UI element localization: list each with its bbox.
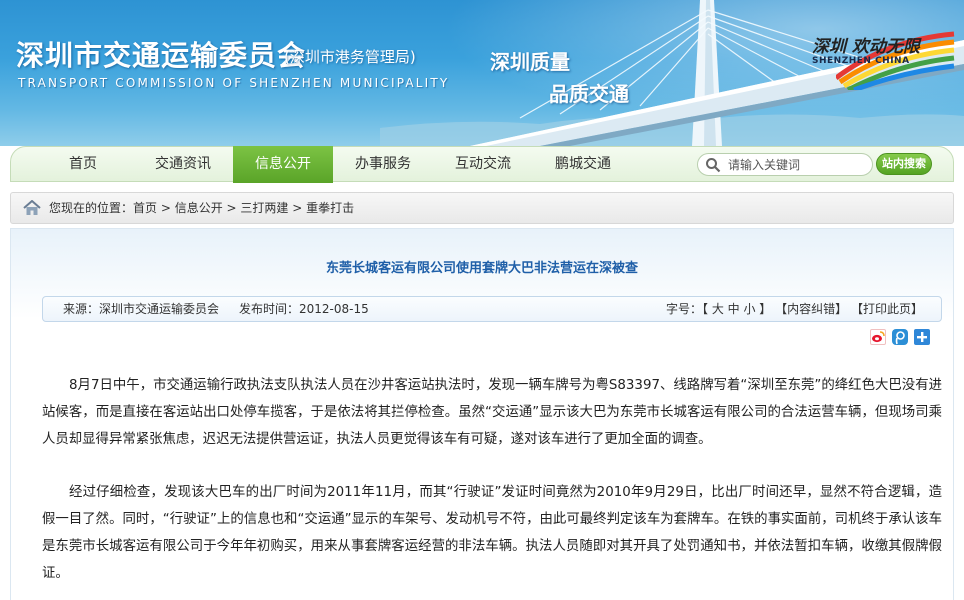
breadcrumb-separator: >	[222, 201, 241, 215]
more-share-icon[interactable]	[914, 329, 930, 345]
site-search-button[interactable]: 站内搜索	[876, 153, 932, 175]
breadcrumb-info-disclosure[interactable]: 信息公开	[175, 201, 223, 215]
breadcrumb-prefix: 您现在的位置：	[49, 201, 134, 215]
nav-item-pengcheng-traffic[interactable]: 鹏城交通	[533, 147, 633, 183]
breadcrumb-trail: 您现在的位置：首页 > 信息公开 > 三打两建 > 重拳打击	[49, 193, 354, 223]
article-paragraph: 经过仔细检查，发现该大巴车的出厂时间为2011年11月，而其“行驶证”发证时间竟…	[42, 485, 942, 581]
slogan-line-1: 深圳质量	[490, 50, 570, 74]
font-size-switcher[interactable]: 【 大 中 小 】	[702, 302, 771, 316]
article-title: 东莞长城客运有限公司使用套牌大巴非法营运在深被查	[325, 261, 638, 276]
search-input[interactable]	[728, 156, 866, 174]
article-source: 来源：深圳市交通运输委员会	[63, 302, 220, 316]
search-icon	[706, 158, 721, 173]
nav-item-home[interactable]: 首页	[33, 147, 133, 183]
breadcrumb: 您现在的位置：首页 > 信息公开 > 三打两建 > 重拳打击	[10, 192, 954, 224]
nav-items: 首页 交通资讯 信息公开 办事服务 互动交流 鹏城交通	[33, 146, 633, 183]
print-page-link[interactable]: 【打印此页】	[851, 302, 923, 316]
site-title: 深圳市交通运输委员会	[16, 39, 307, 72]
tencent-weibo-share-icon[interactable]	[892, 329, 908, 345]
article-publish-time: 发布时间：2012-08-15	[239, 302, 369, 316]
nav-item-services[interactable]: 办事服务	[333, 147, 433, 183]
search-box	[697, 153, 873, 176]
brand-english-text: SHENZHEN CHINA	[812, 56, 910, 66]
breadcrumb-separator: >	[157, 201, 175, 215]
article-body: 8月7日中午，市交通运输行政执法支队执法人员在沙井客运站执法时，发现一辆车牌号为…	[42, 372, 942, 600]
site-title-english: TRANSPORT COMMISSION OF SHENZHEN MUNICIP…	[18, 76, 450, 90]
font-size-label: 字号：	[666, 302, 703, 316]
breadcrumb-home[interactable]: 首页	[133, 201, 157, 215]
article-meta-left: 来源：深圳市交通运输委员会 发布时间：2012-08-15	[63, 297, 369, 321]
site-subtitle: (深圳市港务管理局)	[284, 48, 416, 66]
brand-chinese-text: 深圳 欢动无限	[812, 37, 920, 57]
article-tools: 字号：【 大 中 小 】 【内容纠错】 【打印此页】	[666, 297, 923, 321]
article-paragraph: 8月7日中午，市交通运输行政执法支队执法人员在沙井客运站执法时，发现一辆车牌号为…	[42, 378, 942, 447]
breadcrumb-separator: >	[288, 201, 307, 215]
main-nav: 首页 交通资讯 信息公开 办事服务 互动交流 鹏城交通 站内搜索	[10, 146, 954, 183]
share-buttons	[870, 329, 930, 345]
nav-item-traffic-news[interactable]: 交通资讯	[133, 147, 233, 183]
content-correction-link[interactable]: 【内容纠错】	[775, 302, 847, 316]
slogan-line-2: 品质交通	[549, 82, 629, 106]
home-icon	[23, 200, 41, 215]
weibo-share-icon[interactable]	[870, 329, 886, 345]
breadcrumb-crackdown[interactable]: 重拳打击	[306, 201, 354, 215]
nav-item-info-disclosure[interactable]: 信息公开	[233, 146, 333, 183]
header-banner: 深圳市交通运输委员会 (深圳市港务管理局) TRANSPORT COMMISSI…	[0, 0, 964, 146]
nav-item-interaction[interactable]: 互动交流	[433, 147, 533, 183]
breadcrumb-three-strikes[interactable]: 三打两建	[240, 201, 288, 215]
article-meta-bar: 来源：深圳市交通运输委员会 发布时间：2012-08-15 字号：【 大 中 小 …	[42, 296, 942, 322]
